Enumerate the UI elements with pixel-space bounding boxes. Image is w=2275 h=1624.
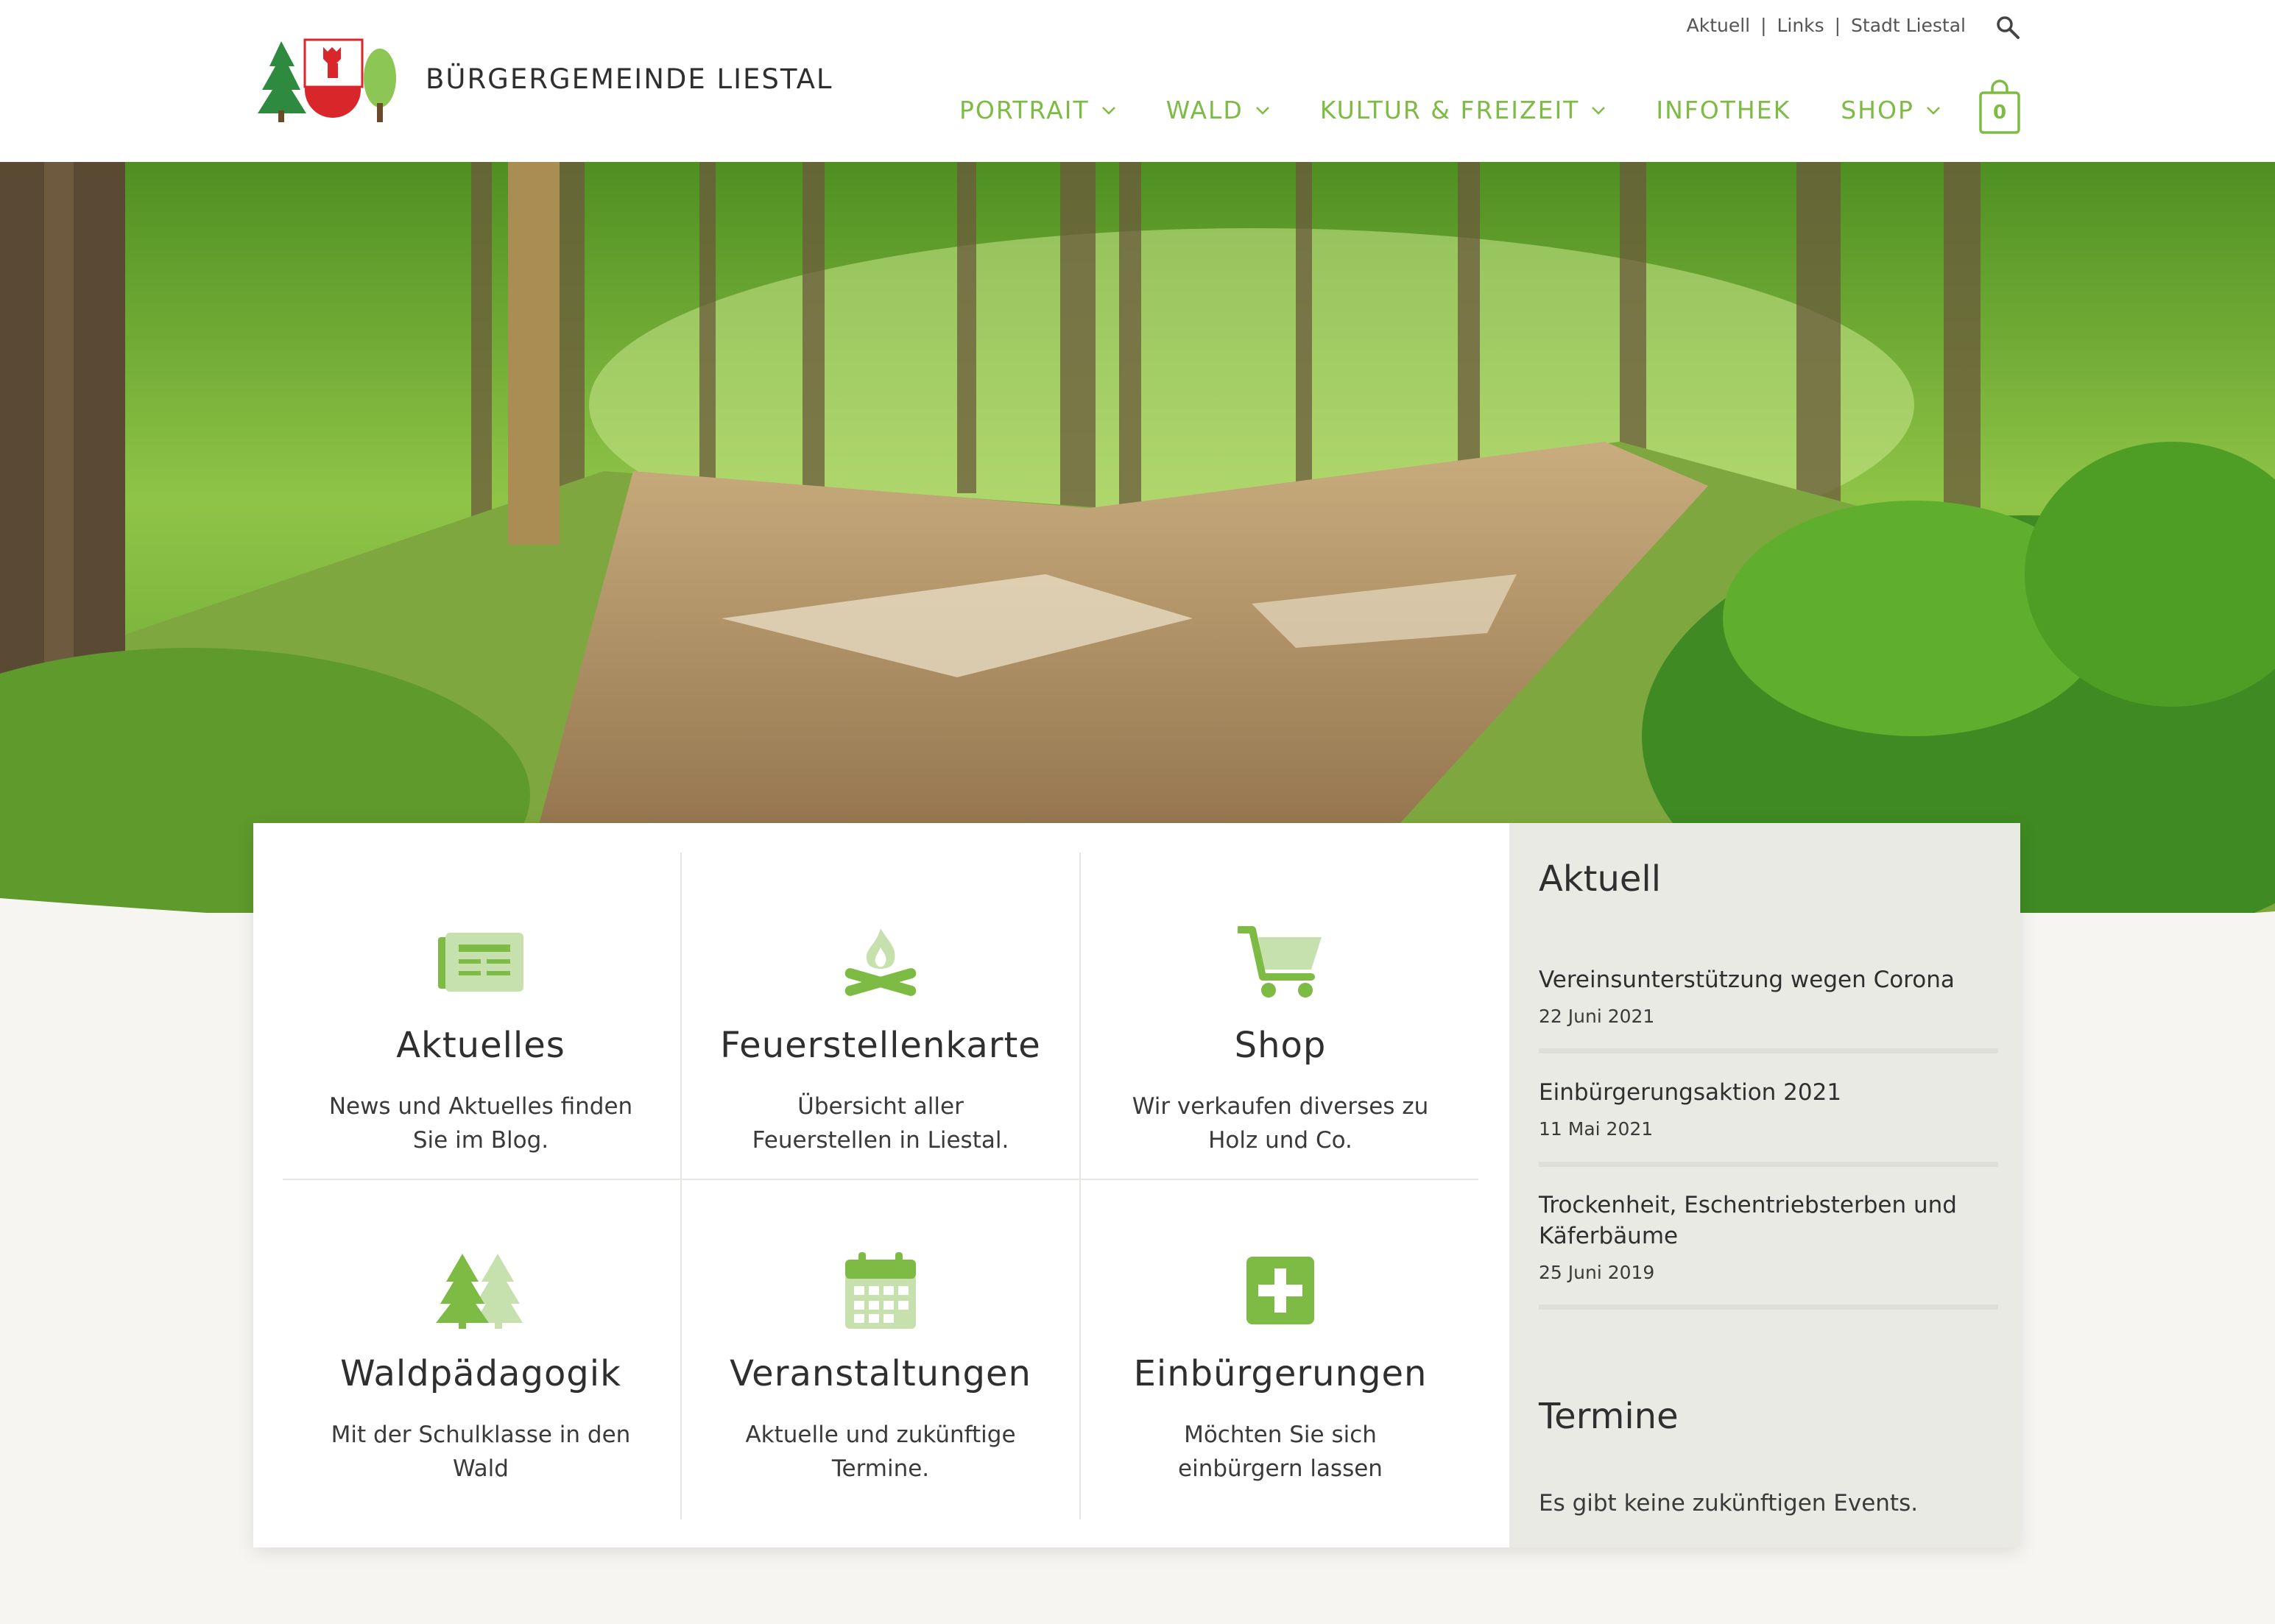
nav-item-label: SHOP bbox=[1841, 96, 1914, 124]
top-links-separator: | bbox=[1834, 15, 1841, 36]
tile-description: Möchten Sie sich einbürgern lassen bbox=[1178, 1422, 1383, 1482]
nav-item-infothek[interactable]: INFOTHEK bbox=[1656, 96, 1791, 124]
news-separator bbox=[1539, 1048, 1998, 1053]
events-empty-message: Es gibt keine zukünftigen Events. bbox=[1539, 1490, 1919, 1517]
tile-title: Feuerstellenkarte bbox=[720, 1025, 1041, 1066]
site-header: BÜRGERGEMEINDE LIESTAL Aktuell | Links |… bbox=[0, 0, 2275, 162]
tile-shop[interactable]: Shop Wir verkaufen diverses zu Holz und … bbox=[1081, 852, 1480, 1179]
tile-title: Shop bbox=[1234, 1025, 1327, 1066]
tile-veranstaltungen[interactable]: Veranstaltungen Aktuelle und zukünftige … bbox=[681, 1181, 1080, 1508]
news-item[interactable]: Vereinsunterstützung wegen Corona 22 Jun… bbox=[1539, 964, 1998, 1027]
site-title[interactable]: BÜRGERGEMEINDE LIESTAL bbox=[426, 63, 833, 95]
news-title[interactable]: Trockenheit, Eschentriebsterben und Käfe… bbox=[1539, 1190, 1998, 1251]
tile-title: Aktuelles bbox=[396, 1025, 565, 1066]
tile-description: News und Aktuelles finden Sie im Blog. bbox=[328, 1093, 633, 1154]
tile-title: Einbürgerungen bbox=[1133, 1353, 1428, 1394]
trees-icon bbox=[436, 1254, 523, 1329]
nav-item-label: WALD bbox=[1165, 96, 1244, 124]
tile-einbuergerungen[interactable]: Einbürgerungen Möchten Sie sich einbürge… bbox=[1081, 1181, 1480, 1508]
tile-description: Aktuelle und zukünftige Termine. bbox=[745, 1422, 1016, 1482]
nav-item-portrait[interactable]: PORTRAIT bbox=[959, 96, 1116, 124]
nav-item-shop[interactable]: SHOP bbox=[1841, 96, 1941, 124]
chevron-down-icon bbox=[1255, 106, 1269, 115]
calendar-icon bbox=[845, 1252, 916, 1329]
shopping-cart-icon bbox=[1238, 926, 1322, 998]
cart-count: 0 bbox=[1992, 102, 2007, 124]
hero-image bbox=[0, 162, 2275, 913]
feature-grid: Aktuelles News und Aktuelles finden Sie … bbox=[253, 823, 1509, 1547]
news-item[interactable]: Trockenheit, Eschentriebsterben und Käfe… bbox=[1539, 1190, 1998, 1283]
top-link-aktuell[interactable]: Aktuell bbox=[1687, 15, 1751, 36]
newspaper-icon bbox=[438, 933, 523, 992]
nav-item-label: KULTUR & FREIZEIT bbox=[1319, 96, 1580, 124]
main-navigation: PORTRAIT WALD KULTUR & FREIZEIT INFOTHEK… bbox=[959, 96, 1991, 124]
news-item[interactable]: Einbürgerungsaktion 2021 11 Mai 2021 bbox=[1539, 1077, 1998, 1140]
events-heading: Termine bbox=[1539, 1396, 1679, 1437]
logo-icon[interactable] bbox=[253, 37, 401, 125]
search-icon[interactable] bbox=[1995, 15, 2020, 40]
news-date: 25 Juni 2019 bbox=[1539, 1262, 1655, 1283]
chevron-down-icon bbox=[1592, 106, 1606, 115]
content-card: Aktuelles News und Aktuelles finden Sie … bbox=[253, 823, 2020, 1547]
news-separator bbox=[1539, 1305, 1998, 1310]
tile-title: Waldpädagogik bbox=[340, 1353, 621, 1394]
news-heading: Aktuell bbox=[1539, 858, 1662, 900]
tile-title: Veranstaltungen bbox=[730, 1353, 1031, 1394]
campfire-icon bbox=[844, 928, 917, 996]
nav-item-label: PORTRAIT bbox=[959, 96, 1090, 124]
tile-description: Übersicht aller Feuerstellen in Liestal. bbox=[752, 1093, 1009, 1154]
chevron-down-icon bbox=[1101, 106, 1115, 115]
top-links: Aktuell | Links | Stadt Liestal bbox=[1687, 15, 1966, 36]
top-link-links[interactable]: Links bbox=[1777, 15, 1824, 36]
sidebar: Aktuell Vereinsunterstützung wegen Coron… bbox=[1509, 823, 2020, 1547]
news-date: 11 Mai 2021 bbox=[1539, 1118, 1654, 1140]
news-title[interactable]: Vereinsunterstützung wegen Corona bbox=[1539, 964, 1998, 995]
news-separator bbox=[1539, 1162, 1998, 1167]
tile-feuerstellenkarte[interactable]: Feuerstellenkarte Übersicht aller Feuers… bbox=[681, 852, 1080, 1179]
tile-waldpaedagogik[interactable]: Waldpädagogik Mit der Schulklasse in den… bbox=[281, 1181, 680, 1508]
plus-square-icon bbox=[1246, 1257, 1314, 1324]
nav-item-kultur-freizeit[interactable]: KULTUR & FREIZEIT bbox=[1320, 96, 1606, 124]
nav-item-wald[interactable]: WALD bbox=[1166, 96, 1270, 124]
tile-description: Mit der Schulklasse in den Wald bbox=[331, 1422, 631, 1482]
chevron-down-icon bbox=[1926, 106, 1940, 115]
top-links-separator: | bbox=[1760, 15, 1767, 36]
tile-aktuelles[interactable]: Aktuelles News und Aktuelles finden Sie … bbox=[281, 852, 680, 1179]
news-title[interactable]: Einbürgerungsaktion 2021 bbox=[1539, 1077, 1998, 1108]
top-link-stadt-liestal[interactable]: Stadt Liestal bbox=[1851, 15, 1966, 36]
cart-button[interactable]: 0 bbox=[1978, 80, 2022, 135]
forest-path-image bbox=[0, 162, 2275, 913]
nav-item-label: INFOTHEK bbox=[1656, 96, 1791, 124]
news-date: 22 Juni 2021 bbox=[1539, 1006, 1655, 1027]
tile-description: Wir verkaufen diverses zu Holz und Co. bbox=[1132, 1093, 1429, 1154]
